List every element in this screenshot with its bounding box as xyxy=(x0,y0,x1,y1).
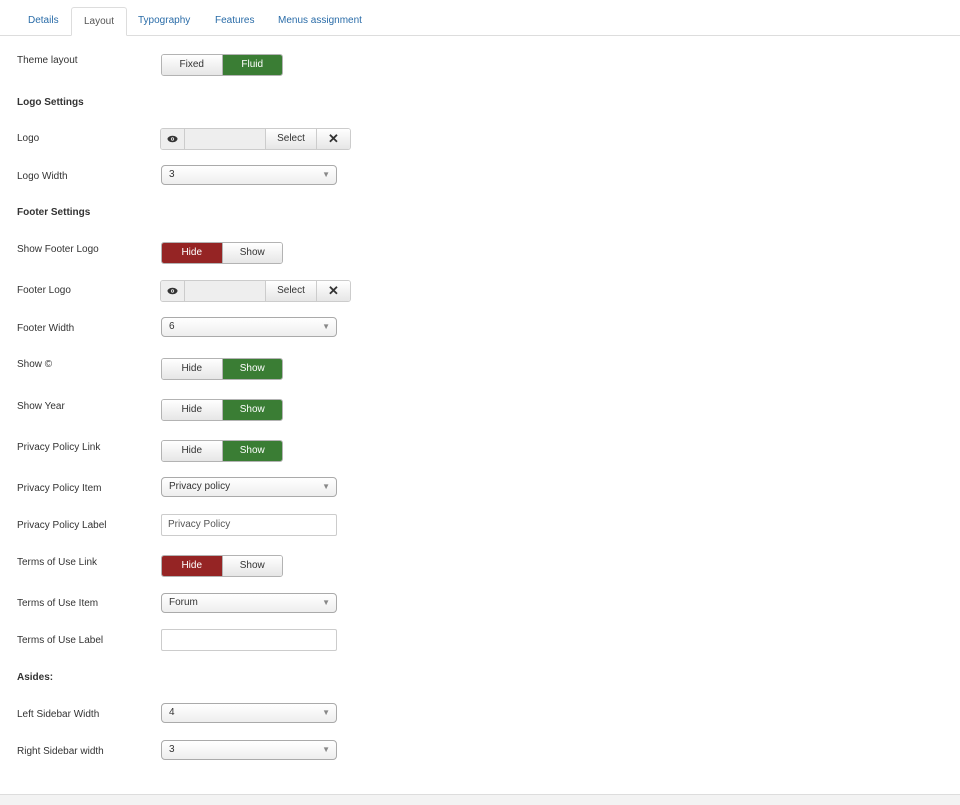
footer-settings-heading: Footer Settings xyxy=(17,207,91,218)
tab-layout[interactable]: Layout xyxy=(71,7,128,36)
eye-icon[interactable] xyxy=(161,129,185,149)
eye-icon[interactable] xyxy=(161,281,185,301)
chevron-down-icon: ▼ xyxy=(322,598,330,607)
privacy-link-toggle: Hide Show xyxy=(161,440,283,462)
privacy-item-value: Privacy policy xyxy=(169,481,231,492)
theme-layout-label: Theme layout xyxy=(17,55,78,66)
theme-layout-toggle: Fixed Fluid xyxy=(161,54,283,76)
logo-settings-heading: Logo Settings xyxy=(17,97,84,108)
right-sidebar-select[interactable]: 3 ▼ xyxy=(161,740,337,760)
footer-logo-label: Footer Logo xyxy=(17,285,71,296)
show-footer-logo-label: Show Footer Logo xyxy=(17,244,99,255)
privacy-label-input[interactable]: Privacy Policy xyxy=(161,514,337,536)
show-copyright-hide-option[interactable]: Hide xyxy=(162,359,222,379)
terms-link-hide-option[interactable]: Hide xyxy=(162,556,222,576)
privacy-link-show-option[interactable]: Show xyxy=(221,441,282,461)
tab-bar: Details Layout Typography Features Menus… xyxy=(0,0,960,36)
terms-item-value: Forum xyxy=(169,597,198,608)
theme-layout-fluid-option[interactable]: Fluid xyxy=(221,55,282,75)
right-sidebar-value: 3 xyxy=(169,744,175,755)
logo-label: Logo xyxy=(17,133,40,144)
close-icon: ✕ xyxy=(328,283,339,298)
status-bar xyxy=(0,794,960,805)
left-sidebar-label: Left Sidebar Width xyxy=(17,709,100,720)
privacy-label-label: Privacy Policy Label xyxy=(17,520,107,531)
theme-layout-fixed-option[interactable]: Fixed xyxy=(162,55,222,75)
show-footer-logo-show-option[interactable]: Show xyxy=(221,243,282,263)
logo-select-button[interactable]: Select xyxy=(265,129,316,149)
show-footer-logo-hide-option[interactable]: Hide xyxy=(162,243,222,263)
show-year-toggle: Hide Show xyxy=(161,399,283,421)
footer-width-select[interactable]: 6 ▼ xyxy=(161,317,337,337)
show-year-hide-option[interactable]: Hide xyxy=(162,400,222,420)
footer-logo-path-input[interactable] xyxy=(185,281,265,301)
footer-width-label: Footer Width xyxy=(17,323,75,334)
logo-media-field: Select ✕ xyxy=(160,128,351,150)
logo-clear-button[interactable]: ✕ xyxy=(316,129,350,149)
privacy-item-select[interactable]: Privacy policy ▼ xyxy=(161,477,337,497)
logo-width-value: 3 xyxy=(169,169,175,180)
show-year-label: Show Year xyxy=(17,401,65,412)
terms-item-label: Terms of Use Item xyxy=(17,598,99,609)
show-copyright-toggle: Hide Show xyxy=(161,358,283,380)
terms-item-select[interactable]: Forum ▼ xyxy=(161,593,337,613)
right-sidebar-label: Right Sidebar width xyxy=(17,746,104,757)
logo-width-label: Logo Width xyxy=(17,171,68,182)
privacy-item-label: Privacy Policy Item xyxy=(17,483,102,494)
footer-logo-select-button[interactable]: Select xyxy=(265,281,316,301)
chevron-down-icon: ▼ xyxy=(322,708,330,717)
asides-heading: Asides: xyxy=(17,672,54,683)
show-copyright-label: Show © xyxy=(17,359,53,370)
show-footer-logo-toggle: Hide Show xyxy=(161,242,283,264)
close-icon: ✕ xyxy=(328,131,339,146)
tab-menus-assignment[interactable]: Menus assignment xyxy=(266,7,374,34)
chevron-down-icon: ▼ xyxy=(322,745,330,754)
chevron-down-icon: ▼ xyxy=(322,170,330,179)
tab-typography[interactable]: Typography xyxy=(126,7,202,34)
privacy-link-hide-option[interactable]: Hide xyxy=(162,441,222,461)
left-sidebar-select[interactable]: 4 ▼ xyxy=(161,703,337,723)
show-year-show-option[interactable]: Show xyxy=(221,400,282,420)
terms-link-show-option[interactable]: Show xyxy=(221,556,282,576)
logo-width-select[interactable]: 3 ▼ xyxy=(161,165,337,185)
left-sidebar-value: 4 xyxy=(169,707,175,718)
chevron-down-icon: ▼ xyxy=(322,322,330,331)
show-copyright-show-option[interactable]: Show xyxy=(221,359,282,379)
privacy-link-label: Privacy Policy Link xyxy=(17,442,101,453)
footer-width-value: 6 xyxy=(169,321,175,332)
logo-path-input[interactable] xyxy=(185,129,265,149)
terms-link-toggle: Hide Show xyxy=(161,555,283,577)
terms-label-input[interactable] xyxy=(161,629,337,651)
footer-logo-clear-button[interactable]: ✕ xyxy=(316,281,350,301)
chevron-down-icon: ▼ xyxy=(322,482,330,491)
terms-link-label: Terms of Use Link xyxy=(17,557,98,568)
terms-label-label: Terms of Use Label xyxy=(17,635,104,646)
footer-logo-media-field: Select ✕ xyxy=(160,280,351,302)
tab-details[interactable]: Details xyxy=(16,7,71,34)
tab-features[interactable]: Features xyxy=(203,7,266,34)
